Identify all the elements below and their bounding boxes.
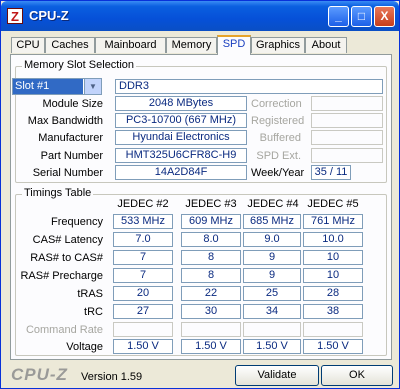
timing-cell: 10: [303, 268, 363, 283]
timing-cell: 7: [113, 268, 173, 283]
tab-memory[interactable]: Memory: [166, 37, 217, 53]
maximize-button[interactable]: □: [351, 6, 372, 27]
timing-cell: 1.50 V: [113, 339, 173, 354]
timing-cell: 1.50 V: [181, 339, 241, 354]
timing-row-label: Voltage: [66, 341, 103, 353]
timing-cell: 7.0: [113, 232, 173, 247]
timing-cell: 30: [181, 304, 241, 319]
memory-type-field: DDR3: [115, 79, 383, 94]
tab-caches[interactable]: Caches: [45, 37, 95, 53]
spd-ext-label: SPD Ext.: [256, 150, 301, 162]
timing-cell: 38: [303, 304, 363, 319]
timing-row-label: Frequency: [51, 216, 103, 228]
part-number-label: Part Number: [40, 150, 103, 162]
correction-label: Correction: [251, 98, 302, 110]
column-header: JEDEC #3: [185, 198, 237, 210]
timing-cell: 8: [181, 268, 241, 283]
timing-cell: [303, 322, 363, 337]
timing-cell: 7: [113, 250, 173, 265]
tab-cpu[interactable]: CPU: [11, 37, 45, 53]
timing-cell: 761 MHz: [303, 214, 363, 229]
correction-value: [311, 96, 383, 111]
tab-graphics[interactable]: Graphics: [251, 37, 305, 53]
timing-row-label: CAS# Latency: [32, 234, 103, 246]
ok-button[interactable]: OK: [321, 365, 393, 386]
close-button[interactable]: X: [374, 6, 395, 27]
tab-mainboard[interactable]: Mainboard: [95, 37, 166, 53]
validate-button[interactable]: Validate: [235, 365, 319, 386]
registered-value: [311, 113, 383, 128]
tab-spd[interactable]: SPD: [217, 35, 251, 55]
column-header: JEDEC #4: [247, 198, 299, 210]
week-year-value: 35 / 11: [311, 165, 351, 180]
slot-select[interactable]: Slot #1 ▼: [12, 78, 102, 95]
timing-cell: 9: [243, 268, 301, 283]
minimize-button[interactable]: _: [328, 6, 349, 27]
memory-slot-group-title: Memory Slot Selection: [22, 59, 137, 71]
timing-cell: 10.0: [303, 232, 363, 247]
timing-cell: 27: [113, 304, 173, 319]
part-number-value: HMT325U6CFR8C-H9: [115, 148, 247, 163]
timing-row-label: RAS# to CAS#: [30, 252, 103, 264]
cpu-z-window: Z CPU-Z _ □ X CPU Caches Mainboard Memor…: [0, 0, 400, 389]
timing-cell: 9.0: [243, 232, 301, 247]
buffered-value: [311, 130, 383, 145]
timing-row-label: tRAS: [77, 288, 103, 300]
timing-cell: 10: [303, 250, 363, 265]
timing-row-label: Command Rate: [25, 324, 103, 336]
timing-cell: [113, 322, 173, 337]
serial-number-value: 14A2D84F: [115, 165, 247, 180]
title-bar[interactable]: Z CPU-Z _ □ X: [1, 1, 399, 31]
cpu-z-logo: CPU-Z: [11, 365, 68, 384]
app-icon[interactable]: Z: [7, 8, 23, 24]
manufacturer-label: Manufacturer: [38, 132, 103, 144]
manufacturer-value: Hyundai Electronics: [115, 130, 247, 145]
column-header: JEDEC #5: [307, 198, 359, 210]
timings-group-title: Timings Table: [22, 187, 94, 199]
version-label: Version 1.59: [81, 371, 143, 383]
chevron-down-icon[interactable]: ▼: [84, 79, 101, 94]
module-size-label: Module Size: [42, 98, 103, 110]
timing-cell: 20: [113, 286, 173, 301]
spd-ext-value: [311, 148, 383, 163]
timing-cell: 1.50 V: [243, 339, 301, 354]
max-bandwidth-label: Max Bandwidth: [27, 115, 103, 127]
slot-select-value: Slot #1: [13, 79, 83, 94]
max-bandwidth-value: PC3-10700 (667 MHz): [115, 113, 247, 128]
timing-row-label: tRC: [84, 306, 103, 318]
tab-about[interactable]: About: [305, 37, 347, 53]
week-year-label: Week/Year: [251, 167, 305, 179]
timing-cell: 34: [243, 304, 301, 319]
timing-cell: 8.0: [181, 232, 241, 247]
timing-cell: 8: [181, 250, 241, 265]
timing-cell: 28: [303, 286, 363, 301]
column-header: JEDEC #2: [117, 198, 169, 210]
registered-label: Registered: [251, 115, 305, 127]
buffered-label: Buffered: [259, 132, 301, 144]
window-title: CPU-Z: [29, 8, 69, 23]
timing-cell: 1.50 V: [303, 339, 363, 354]
timing-cell: 22: [181, 286, 241, 301]
timing-cell: [243, 322, 301, 337]
timing-cell: 25: [243, 286, 301, 301]
timing-cell: 533 MHz: [113, 214, 173, 229]
serial-number-label: Serial Number: [32, 167, 103, 179]
module-size-value: 2048 MBytes: [115, 96, 247, 111]
timing-cell: 609 MHz: [181, 214, 241, 229]
timing-cell: 685 MHz: [243, 214, 301, 229]
timing-cell: [181, 322, 241, 337]
timing-row-label: RAS# Precharge: [20, 270, 103, 282]
timing-cell: 9: [243, 250, 301, 265]
